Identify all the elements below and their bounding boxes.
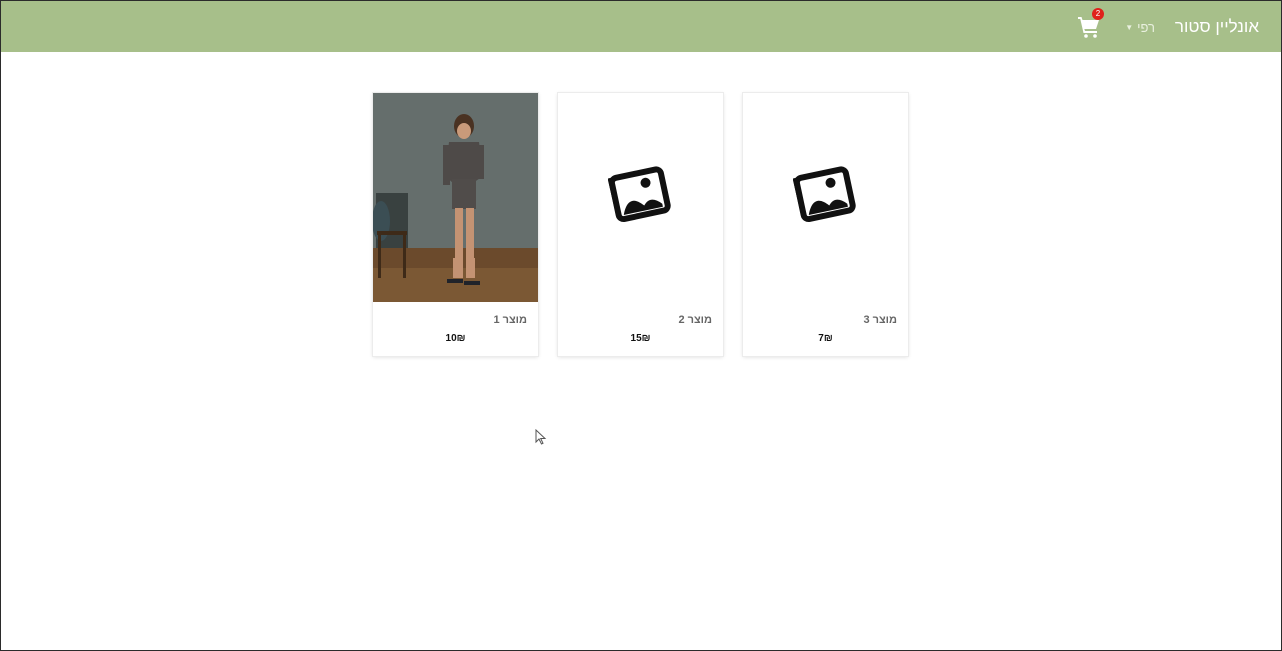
product-image[interactable]: [558, 93, 723, 302]
top-navbar: אונליין סטור רפי ▼ 2: [1, 1, 1281, 52]
product-card[interactable]: מוצר 3 7₪: [743, 93, 908, 356]
chevron-down-icon: ▼: [1125, 23, 1134, 32]
product-name[interactable]: מוצר 1: [493, 314, 527, 326]
product-price: 10₪: [445, 333, 466, 344]
store-brand[interactable]: אונליין סטור: [1175, 17, 1259, 37]
image-placeholder-icon: [608, 166, 671, 223]
image-placeholder-icon: [793, 166, 856, 223]
product-name[interactable]: מוצר 3: [863, 314, 897, 326]
product-photo[interactable]: [373, 93, 538, 302]
mouse-cursor-icon: [535, 429, 547, 445]
product-card[interactable]: מוצר 2 15₪: [558, 93, 723, 356]
product-name[interactable]: מוצר 2: [678, 314, 712, 326]
product-price: 15₪: [630, 333, 651, 344]
user-name: רפי: [1137, 20, 1155, 35]
product-card[interactable]: מוצר 1 10₪: [373, 93, 538, 356]
cart-count-badge: 2: [1092, 8, 1104, 20]
product-price: 7₪: [818, 333, 833, 344]
cart-button[interactable]: 2: [1075, 8, 1104, 41]
user-menu[interactable]: רפי ▼: [1125, 20, 1155, 35]
product-image[interactable]: [743, 93, 908, 302]
